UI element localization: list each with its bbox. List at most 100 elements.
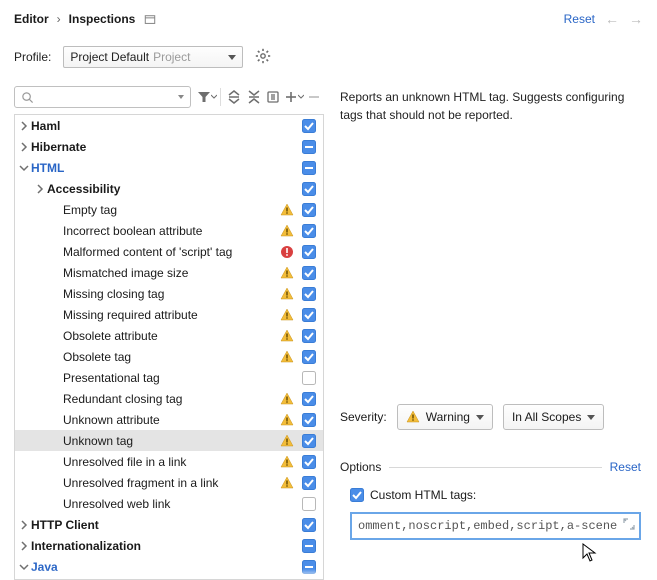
reset-button[interactable] [264, 87, 284, 107]
severity-select[interactable]: Warning [397, 404, 493, 430]
tree-label: Missing closing tag [63, 287, 277, 301]
tree-node-java[interactable]: Java [15, 556, 323, 577]
warning-icon [277, 266, 297, 280]
error-icon [277, 245, 297, 259]
tree-node-html[interactable]: HTML [15, 157, 323, 178]
tree-node-unresolved-file[interactable]: Unresolved file in a link [15, 451, 323, 472]
checkbox-checked[interactable] [299, 224, 319, 238]
checkbox-checked[interactable] [299, 455, 319, 469]
chevron-down-icon [476, 415, 484, 420]
chevron-right-icon[interactable] [17, 541, 31, 551]
tree-label: Malformed content of 'script' tag [63, 245, 277, 259]
checkbox-checked[interactable] [299, 287, 319, 301]
tree-node-empty-tag[interactable]: Empty tag [15, 199, 323, 220]
breadcrumb: Editor › Inspections [14, 12, 157, 26]
tree-node-obsolete-tag[interactable]: Obsolete tag [15, 346, 323, 367]
tree-node-unknown-tag[interactable]: Unknown tag [15, 430, 323, 451]
checkbox-checked[interactable] [299, 476, 319, 490]
tree-node-unresolved-web[interactable]: Unresolved web link [15, 493, 323, 514]
checkbox-checked[interactable] [299, 266, 319, 280]
tree-node-obsolete-attr[interactable]: Obsolete attribute [15, 325, 323, 346]
chevron-down-icon[interactable] [17, 163, 31, 173]
tree-node-missing-closing[interactable]: Missing closing tag [15, 283, 323, 304]
tree-node-abstraction[interactable]: Abstraction issues [15, 577, 323, 579]
checkbox-mixed[interactable] [299, 539, 319, 553]
checkbox-checked[interactable] [299, 203, 319, 217]
tree-node-redundant-closing[interactable]: Redundant closing tag [15, 388, 323, 409]
breadcrumb-editor[interactable]: Editor [14, 12, 49, 26]
gear-icon[interactable] [255, 48, 271, 67]
checkbox-unchecked[interactable] [299, 497, 319, 511]
severity-label: Severity: [340, 410, 387, 424]
tree-label: HTTP Client [31, 518, 277, 532]
tree-node-incorrect-boolean[interactable]: Incorrect boolean attribute [15, 220, 323, 241]
chevron-right-icon[interactable] [33, 184, 47, 194]
tree-label: Java [31, 560, 277, 574]
chevron-right-icon[interactable] [17, 142, 31, 152]
checkbox-mixed[interactable] [299, 161, 319, 175]
profile-scope: Project [153, 50, 190, 64]
forward-button[interactable]: → [629, 12, 643, 26]
custom-tags-value: omment,noscript,embed,script,a-scene [358, 519, 617, 533]
checkbox-checked[interactable] [299, 413, 319, 427]
checkbox-mixed[interactable] [299, 140, 319, 154]
chevron-down-icon [587, 415, 595, 420]
back-button[interactable]: ← [605, 12, 619, 26]
open-in-window-icon[interactable] [143, 12, 157, 26]
checkbox-checked[interactable] [299, 119, 319, 133]
checkbox-checked[interactable] [299, 434, 319, 448]
custom-tags-input[interactable]: omment,noscript,embed,script,a-scene [350, 512, 641, 540]
warning-icon [277, 287, 297, 301]
checkbox-checked[interactable] [299, 518, 319, 532]
tree-node-hibernate[interactable]: Hibernate [15, 136, 323, 157]
profile-label: Profile: [14, 50, 51, 64]
tree-node-mismatched-img[interactable]: Mismatched image size [15, 262, 323, 283]
chevron-right-icon[interactable] [17, 121, 31, 131]
tree-label: Missing required attribute [63, 308, 277, 322]
expand-all-button[interactable] [224, 87, 244, 107]
warning-icon [277, 392, 297, 406]
tree-node-http-client[interactable]: HTTP Client [15, 514, 323, 535]
tree-node-presentational[interactable]: Presentational tag [15, 367, 323, 388]
breadcrumb-inspections: Inspections [69, 12, 136, 26]
add-button[interactable] [284, 87, 304, 107]
options-reset-link[interactable]: Reset [610, 460, 641, 474]
chevron-right-icon: › [57, 12, 61, 26]
tree-node-unknown-attr[interactable]: Unknown attribute [15, 409, 323, 430]
checkbox-unchecked[interactable] [299, 371, 319, 385]
profile-select[interactable]: Project Default Project [63, 46, 243, 68]
options-header: Options [340, 460, 381, 474]
tree-label: Unknown tag [63, 434, 277, 448]
chevron-down-icon[interactable] [178, 95, 184, 99]
tree-node-haml[interactable]: Haml [15, 115, 323, 136]
warning-icon [406, 410, 420, 424]
inspections-tree[interactable]: Haml Hibernate HTML [15, 115, 323, 579]
custom-tags-checkbox[interactable] [350, 488, 364, 502]
search-input[interactable] [14, 86, 191, 108]
checkbox-checked[interactable] [299, 392, 319, 406]
tree-label: Unknown attribute [63, 413, 277, 427]
checkbox-mixed[interactable] [299, 560, 319, 574]
collapse-all-button[interactable] [244, 87, 264, 107]
remove-button [304, 87, 324, 107]
chevron-right-icon[interactable] [17, 520, 31, 530]
reset-link[interactable]: Reset [564, 12, 595, 26]
checkbox-checked[interactable] [299, 245, 319, 259]
tree-node-accessibility[interactable]: Accessibility [15, 178, 323, 199]
expand-icon[interactable] [623, 518, 635, 534]
tree-node-missing-required[interactable]: Missing required attribute [15, 304, 323, 325]
tree-node-i18n[interactable]: Internationalization [15, 535, 323, 556]
checkbox-checked[interactable] [299, 308, 319, 322]
filter-button[interactable] [197, 87, 217, 107]
checkbox-checked[interactable] [299, 329, 319, 343]
tree-node-malformed-script[interactable]: Malformed content of 'script' tag [15, 241, 323, 262]
checkbox-checked[interactable] [299, 182, 319, 196]
tree-node-unresolved-fragment[interactable]: Unresolved fragment in a link [15, 472, 323, 493]
scope-select[interactable]: In All Scopes [503, 404, 604, 430]
chevron-down-icon[interactable] [17, 562, 31, 572]
warning-icon [277, 224, 297, 238]
tree-label: Redundant closing tag [63, 392, 277, 406]
tree-label: Obsolete attribute [63, 329, 277, 343]
checkbox-checked[interactable] [299, 350, 319, 364]
warning-icon [277, 350, 297, 364]
